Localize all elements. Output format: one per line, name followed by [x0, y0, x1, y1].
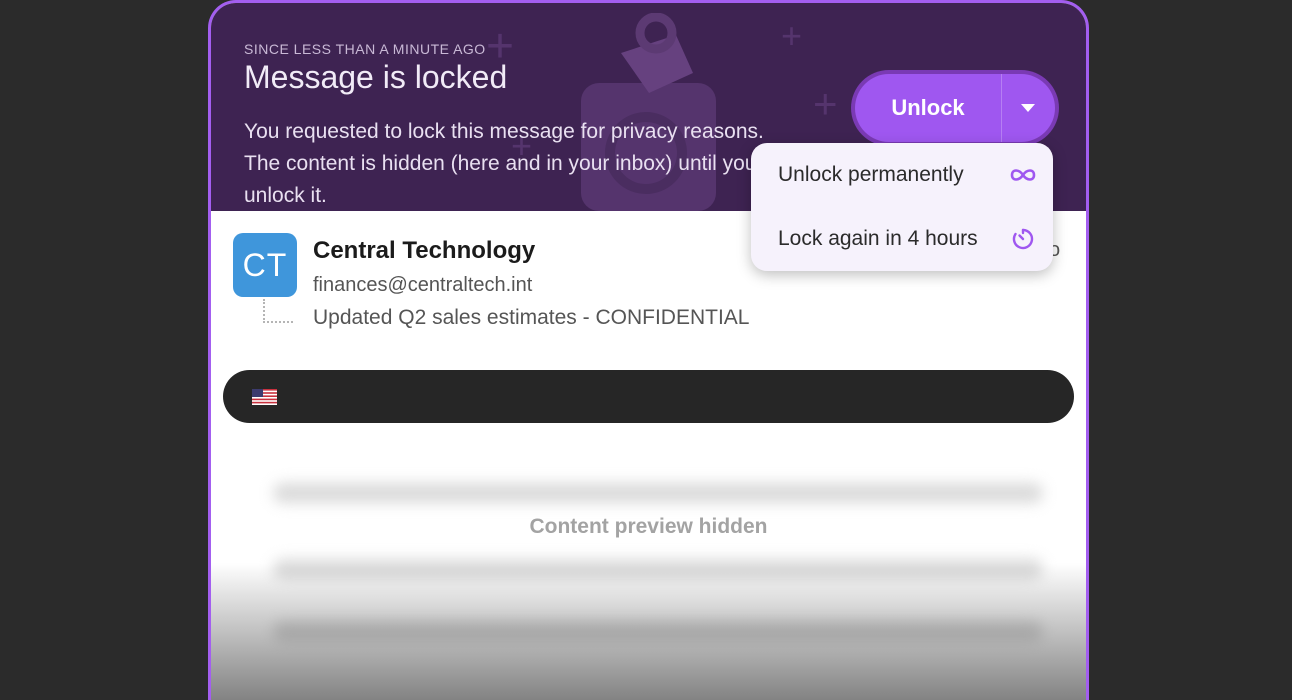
lock-timestamp: SINCE LESS THAN A MINUTE AGO	[244, 41, 486, 57]
unlock-button-label: Unlock	[891, 95, 965, 120]
infinity-icon	[1009, 161, 1037, 189]
unlock-button[interactable]: Unlock	[855, 74, 1055, 142]
avatar: CT	[233, 233, 297, 297]
timer-icon	[1009, 225, 1037, 253]
bottom-fade	[211, 563, 1086, 700]
sender-name[interactable]: Central Technology	[313, 237, 535, 265]
lock-description: You requested to lock this message for p…	[244, 120, 764, 207]
blurred-content-line	[273, 483, 1043, 503]
plus-decoration-icon: +	[781, 15, 803, 56]
caret-down-icon	[1021, 104, 1035, 112]
menu-item-lock-again[interactable]: Lock again in 4 hours	[751, 207, 1053, 271]
message-card: + + + + SINCE LESS THAN A MINUTE AGO Mes…	[208, 0, 1089, 700]
menu-item-unlock-permanently[interactable]: Unlock permanently	[751, 143, 1053, 207]
content-preview-hidden: Content preview hidden	[529, 515, 768, 538]
menu-item-label: Unlock permanently	[778, 163, 964, 186]
dropdown-toggle-button[interactable]	[1001, 74, 1055, 142]
unlock-options-menu: Unlock permanently Lock again in 4 hours	[751, 143, 1053, 271]
sender-email[interactable]: finances@centraltech.int	[313, 274, 532, 297]
plus-decoration-icon: +	[813, 80, 838, 127]
language-bar[interactable]	[223, 370, 1074, 423]
page-title: Message is locked	[244, 59, 508, 95]
menu-item-label: Lock again in 4 hours	[778, 227, 978, 250]
thread-connector	[263, 299, 293, 323]
us-flag-icon	[252, 389, 277, 405]
message-subject: Updated Q2 sales estimates - CONFIDENTIA…	[313, 306, 750, 329]
unlock-split-button: Unlock	[851, 70, 1059, 146]
